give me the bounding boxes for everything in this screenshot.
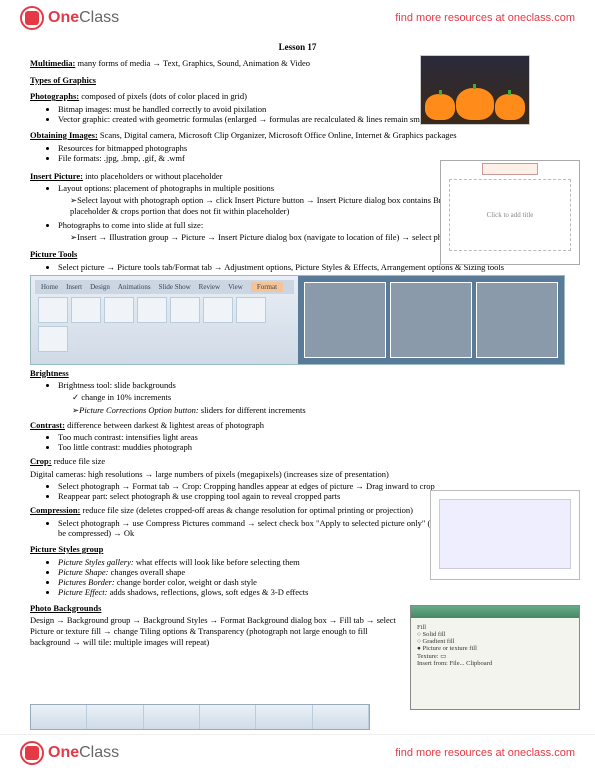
brand-logo: OneClass — [20, 6, 119, 30]
slide-placeholder-hint: Click to add title — [449, 179, 571, 251]
bg-l1: Design → Background group → Background S… — [30, 615, 400, 647]
pumpkin-image — [420, 55, 530, 125]
contrast-head: Contrast: — [30, 420, 65, 430]
page-header: OneClass find more resources at oneclass… — [0, 0, 595, 36]
compress-dialog-screenshot — [430, 490, 580, 580]
document-body: Lesson 17 Multimedia: many forms of medi… — [0, 36, 595, 689]
page-footer: OneClass find more resources at oneclass… — [0, 734, 595, 770]
bright-b1: Brightness tool: slide backgrounds — [58, 380, 565, 390]
obtain-body: Scans, Digital camera, Microsoft Clip Or… — [98, 130, 457, 140]
crop-head: Crop: — [30, 456, 52, 466]
ribbon-tabs: HomeInsertDesignAnimationsSlide ShowRevi… — [35, 280, 294, 294]
contrast-body: difference between darkest & lightest ar… — [65, 420, 264, 430]
multimedia-head: Multimedia: — [30, 58, 75, 68]
photos-head: Photographs: — [30, 91, 79, 101]
crop-body: reduce file size — [52, 456, 106, 466]
bottom-ribbon-screenshot — [30, 704, 370, 730]
compress-head: Compression: — [30, 505, 80, 515]
styles-head: Picture Styles group — [30, 544, 103, 554]
bg-head: Photo Backgrounds — [30, 603, 101, 613]
photos-body: composed of pixels (dots of color placed… — [79, 91, 247, 101]
bright-b1b: ➢ Picture Corrections Option button: sli… — [72, 405, 565, 416]
contrast-b1: Too much contrast: intensifies light are… — [58, 432, 565, 442]
bright-head: Brightness — [30, 368, 69, 378]
obtain-b1: Resources for bitmapped photographs — [58, 143, 565, 153]
bright-b1a: ✓ change in 10% increments — [72, 392, 565, 403]
logo-icon — [20, 741, 44, 765]
footer-logo: OneClass — [20, 741, 119, 765]
compress-body: reduce file size (deletes cropped-off ar… — [80, 505, 413, 515]
styles-b4: Picture Effect: adds shadows, reflection… — [58, 587, 565, 597]
lesson-title: Lesson 17 — [30, 42, 565, 52]
types-head: Types of Graphics — [30, 75, 96, 85]
logo-icon — [20, 6, 44, 30]
format-background-dialog: Fill○ Solid fill○ Gradient fill● Picture… — [410, 605, 580, 710]
insert-head: Insert Picture: — [30, 171, 83, 181]
multimedia-body: many forms of media → Text, Graphics, So… — [75, 58, 310, 68]
crop-l1: Digital cameras: high resolutions → larg… — [30, 469, 565, 480]
contrast-b2: Too little contrast: muddies photograph — [58, 442, 565, 452]
insert-body: into placeholders or without placeholder — [83, 171, 223, 181]
ribbon-screenshot: HomeInsertDesignAnimationsSlide ShowRevi… — [30, 275, 565, 365]
logo-text-class: Class — [79, 9, 119, 27]
header-link[interactable]: find more resources at oneclass.com — [395, 12, 575, 24]
tools-head: Picture Tools — [30, 249, 77, 259]
logo-text-one: One — [48, 9, 79, 27]
slide-preview: Click to add title — [440, 160, 580, 265]
obtain-head: Obtaining Images: — [30, 130, 98, 140]
footer-link[interactable]: find more resources at oneclass.com — [395, 747, 575, 759]
